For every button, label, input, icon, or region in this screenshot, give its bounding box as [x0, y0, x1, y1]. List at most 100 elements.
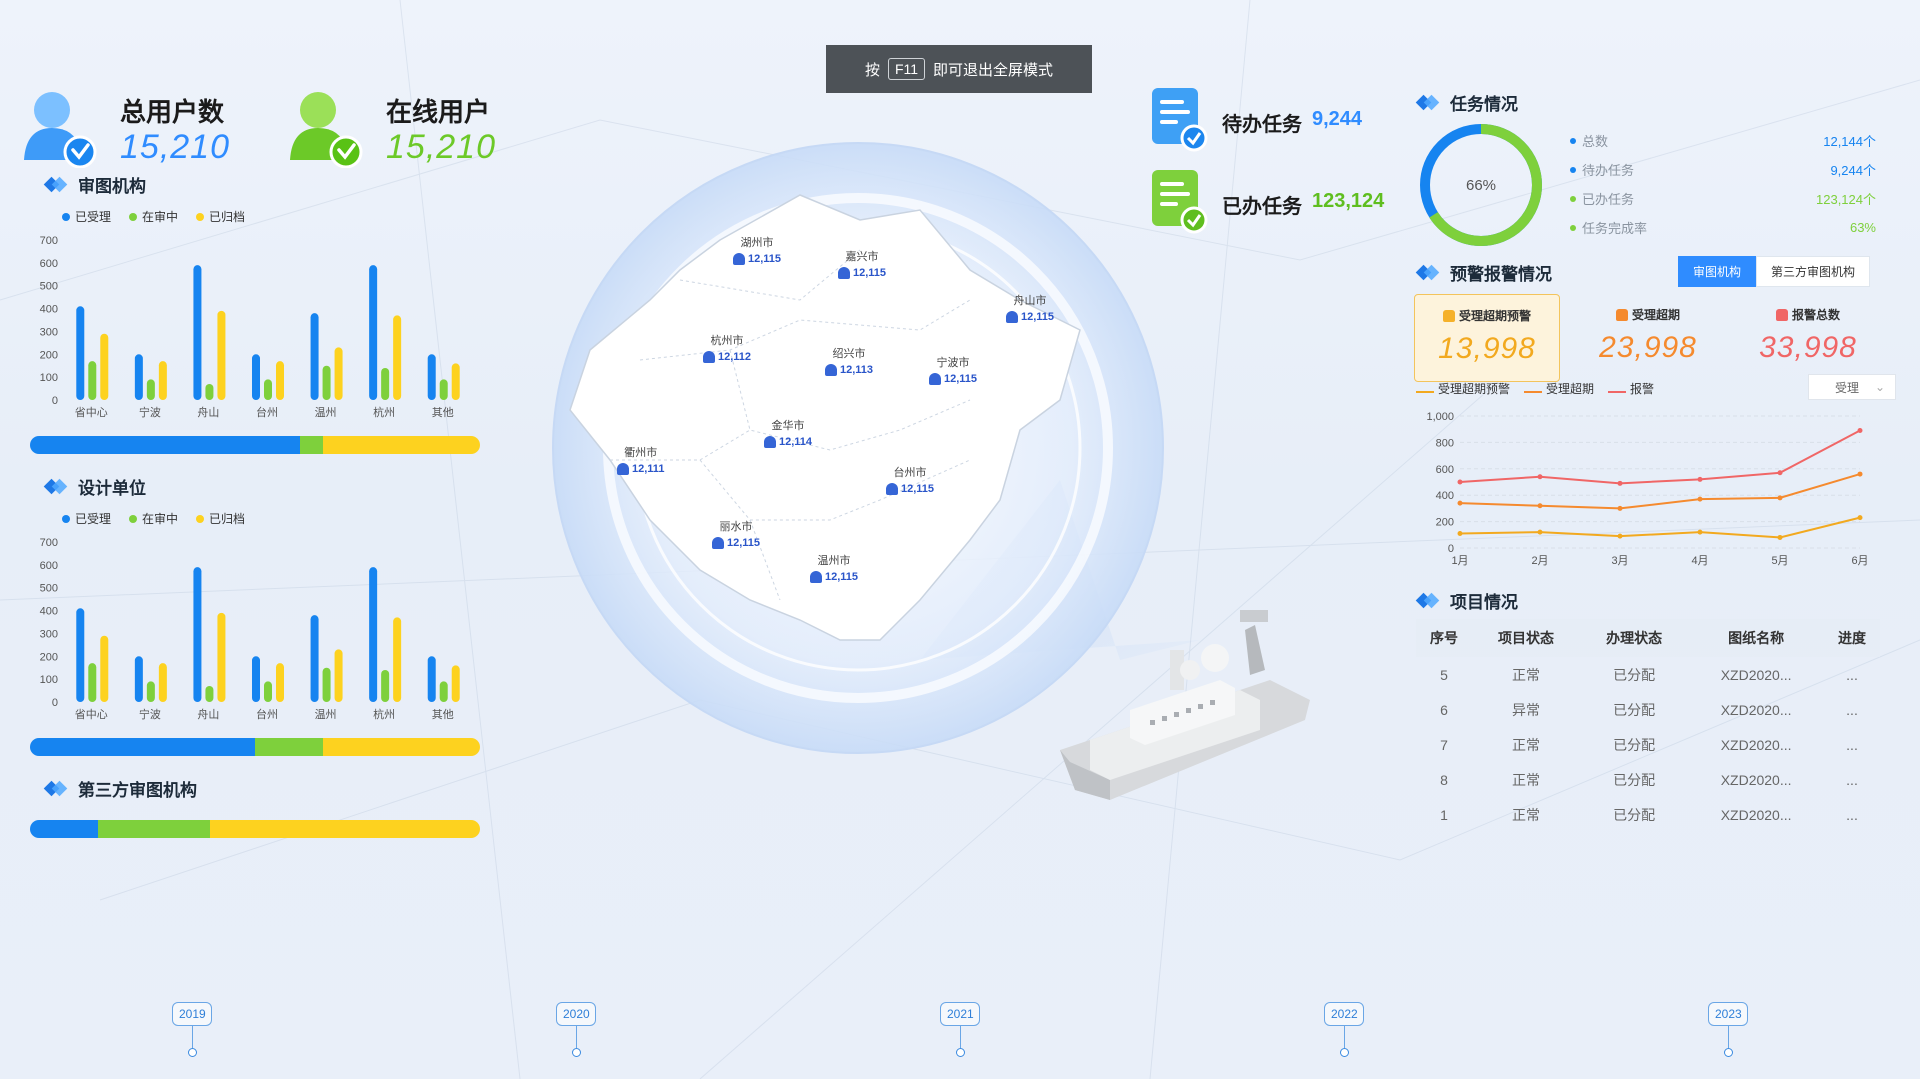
alarm-box-overdue[interactable]: 受理超期 23,998: [1576, 294, 1720, 380]
bar: [158, 663, 167, 702]
bar: [276, 361, 284, 400]
legend-label: 受理超期: [1546, 382, 1595, 396]
bar: [310, 313, 319, 400]
alarm-line-legend: 受理超期预警 受理超期 报警: [1416, 380, 1654, 397]
alarm-header: 预警报警情况: [1416, 260, 1552, 285]
bar: [205, 384, 214, 400]
table-cell: 已分配: [1613, 771, 1656, 788]
alarm-line-chart: 1,000 800 600 400 200 01月 2月 3月 4月 5月 6月: [1426, 411, 1868, 567]
y-tick-label: 400: [1436, 490, 1454, 502]
map-city-wenzhou[interactable]: 温州市 12,115: [810, 552, 858, 583]
ship-illustration: [1060, 610, 1310, 800]
alarm-box-total[interactable]: 报警总数 33,998: [1736, 294, 1880, 380]
legend-label: 在审中: [142, 210, 179, 224]
online-users-label: 在线用户: [386, 97, 491, 127]
map-city-quzhou[interactable]: 衢州市 12,111: [617, 444, 664, 475]
legend-item: 受理超期预警: [1416, 380, 1510, 397]
data-point: [1777, 495, 1783, 501]
pending-task-value: 9,244: [1312, 108, 1363, 130]
y-tick-label: 800: [1436, 437, 1454, 449]
table-row[interactable]: 5 正常 已分配 XZD2020......: [1416, 657, 1880, 692]
bar: [252, 656, 260, 702]
bar: [252, 354, 260, 400]
bar: [76, 306, 85, 400]
bar: [134, 354, 143, 400]
timeline-node-2020[interactable]: 2020: [556, 1002, 596, 1057]
map-city-lishui[interactable]: 丽水市 12,115: [712, 518, 760, 549]
map-city-taizhou[interactable]: 台州市 12,115: [886, 464, 934, 495]
project-title: 项目情况: [1450, 593, 1518, 612]
table-header-row: 序号 项目状态 办理状态 图纸名称 进度: [1416, 619, 1880, 657]
y-tick-label: 300: [40, 628, 58, 640]
table-cell: ...: [1846, 701, 1858, 718]
map-city-jiaxing[interactable]: 嘉兴市 12,115: [838, 248, 886, 279]
chevron-down-icon: ⌄: [1874, 380, 1885, 394]
map-city-hangzhou[interactable]: 杭州市 12,112: [703, 332, 751, 363]
task-stat-label: 总数: [1582, 134, 1609, 149]
year-label: 2021: [940, 1002, 980, 1026]
table-row[interactable]: 7 正常 已分配 XZD2020......: [1416, 727, 1880, 762]
tab-third-party[interactable]: 第三方审图机构: [1756, 256, 1871, 287]
x-tick-label: 省中心: [75, 708, 108, 721]
series-line: [1459, 473, 1861, 510]
timeline-node-2022[interactable]: 2022: [1324, 1002, 1364, 1057]
diamond-icon: [44, 781, 68, 797]
bar: [100, 333, 109, 400]
table-cell: 正常: [1512, 666, 1540, 683]
map-city-huzhou[interactable]: 湖州市 12,115: [733, 234, 781, 265]
progress-segment: [255, 738, 323, 756]
bar: [310, 615, 319, 702]
alarm-bell-icon: [1775, 308, 1788, 321]
year-label: 2019: [172, 1002, 212, 1026]
legend-label: 已归档: [209, 512, 246, 526]
y-tick-label: 700: [40, 537, 58, 549]
series-line: [1459, 429, 1861, 485]
total-users-label: 总用户数: [120, 97, 225, 127]
tab-review-org[interactable]: 审图机构: [1678, 256, 1757, 287]
legend-label: 已归档: [209, 210, 246, 224]
y-tick-label: 300: [40, 326, 58, 338]
task-stat-row: 总数 12,144个: [1570, 126, 1876, 155]
third-party-title: 第三方审图机构: [78, 781, 197, 800]
map-city-zhoushan[interactable]: 舟山市 12,115: [1006, 292, 1054, 323]
y-tick-label: 500: [40, 281, 58, 293]
x-tick-label: 台州: [256, 707, 278, 721]
alarm-type-select[interactable]: 受理 ⌄: [1808, 374, 1896, 400]
map-city-shaoxing[interactable]: 绍兴市 12,113: [825, 345, 873, 376]
task-status-title: 任务情况: [1450, 95, 1518, 114]
map-city-ningbo[interactable]: 宁波市 12,115: [929, 354, 977, 385]
table-row[interactable]: 8 正常 已分配 XZD2020......: [1416, 762, 1880, 797]
table-cell: ...: [1846, 806, 1858, 823]
bar: [427, 656, 436, 702]
data-point: [1777, 534, 1783, 540]
table-cell: 正常: [1512, 806, 1540, 823]
alarm-box-overdue-warning[interactable]: 受理超期预警 13,998: [1414, 294, 1560, 382]
legend-item: 报警: [1608, 380, 1654, 397]
legend-item: 在审中: [129, 208, 178, 225]
timeline-node-2023[interactable]: 2023: [1708, 1002, 1748, 1057]
table-cell: ...: [1846, 666, 1858, 683]
data-point: [1537, 474, 1543, 480]
y-tick-label: 0: [52, 395, 58, 407]
column-header: 进度: [1824, 619, 1880, 657]
table-row[interactable]: 6 异常 已分配 XZD2020......: [1416, 692, 1880, 727]
task-stat-value: 63%: [1849, 220, 1876, 235]
map-city-jinhua[interactable]: 金华市 12,114: [764, 417, 812, 448]
timeline-node-2019[interactable]: 2019: [172, 1002, 212, 1057]
column-header: 图纸名称: [1688, 619, 1825, 657]
legend-item: 已受理: [62, 510, 111, 527]
project-header: 项目情况: [1416, 588, 1518, 613]
bar: [381, 368, 390, 400]
timeline-node-2021[interactable]: 2021: [940, 1002, 980, 1057]
task-stat-label: 已办任务: [1582, 192, 1635, 207]
table-row[interactable]: 1 正常 已分配 XZD2020......: [1416, 797, 1880, 832]
done-task-label: 已办任务: [1222, 196, 1302, 218]
progress-segment: [30, 436, 300, 454]
data-point: [1537, 503, 1543, 509]
y-tick-label: 600: [40, 258, 58, 270]
done-task-icon: [1152, 170, 1208, 234]
review-org-bar-chart: 700 600 500 400 300 200 100 0 省中心 宁波 舟山 台州 温州 杭州 其他: [40, 235, 460, 419]
bar: [193, 265, 202, 400]
bar: [264, 379, 272, 400]
data-point: [1857, 515, 1863, 521]
